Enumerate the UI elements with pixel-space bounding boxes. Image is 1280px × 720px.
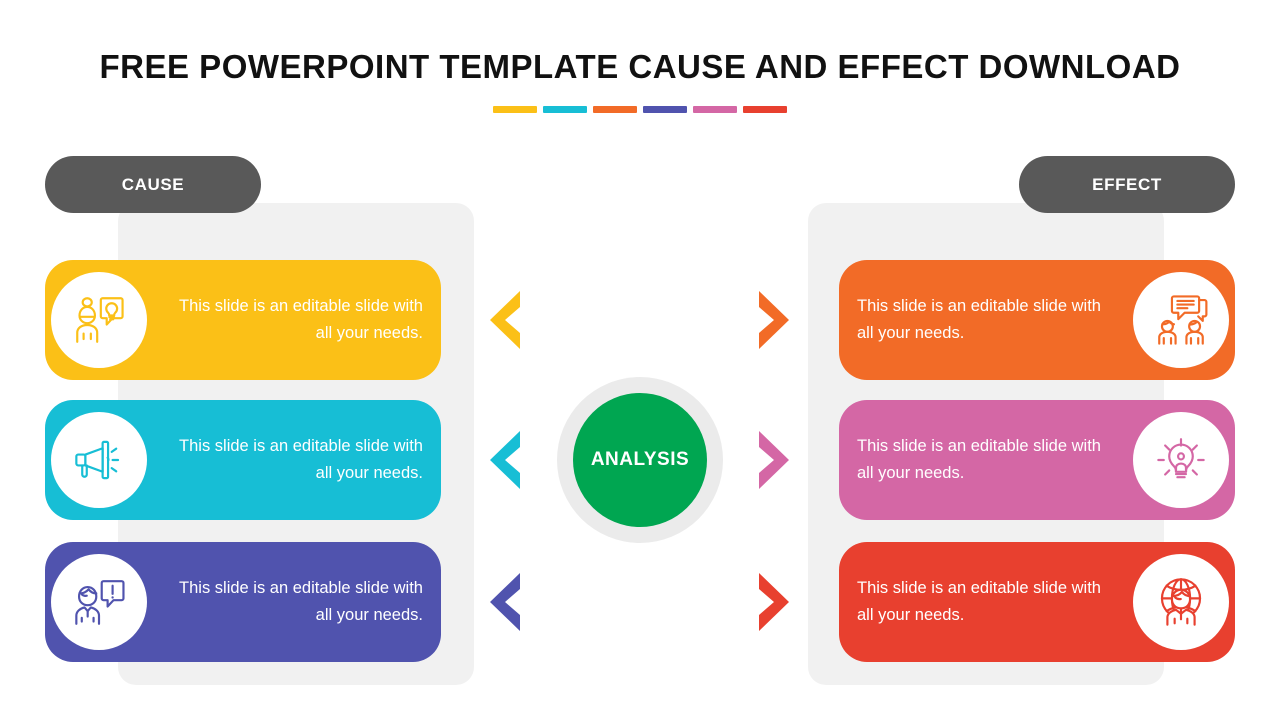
effect-card-1[interactable]: This slide is an editable slide with all… <box>839 260 1235 380</box>
people-chat-icon <box>1133 272 1229 368</box>
lightbulb-person-glyph <box>1157 438 1205 479</box>
analysis-ring: ANALYSIS <box>557 377 723 543</box>
cause-card-3-text: This slide is an editable slide with all… <box>179 579 423 624</box>
man-alert-bubble-glyph <box>75 580 125 625</box>
effect-header-pill[interactable]: EFFECT <box>1019 156 1235 213</box>
accent-bar-indigo <box>643 106 687 113</box>
effect-header-label: EFFECT <box>1092 174 1162 194</box>
accent-bar-red <box>743 106 787 113</box>
globe-person-icon <box>1133 554 1229 650</box>
effect-arrow-3 <box>757 573 791 631</box>
globe-person-glyph <box>1160 578 1202 626</box>
effect-card-1-text: This slide is an editable slide with all… <box>857 297 1101 342</box>
slide-canvas: FREE POWERPOINT TEMPLATE CAUSE AND EFFEC… <box>0 0 1280 720</box>
lightbulb-person-icon <box>1133 412 1229 508</box>
effect-card-3[interactable]: This slide is an editable slide with all… <box>839 542 1235 662</box>
megaphone-glyph <box>75 440 120 480</box>
effect-card-2-text: This slide is an editable slide with all… <box>857 437 1101 482</box>
effect-card-3-text: This slide is an editable slide with all… <box>857 579 1101 624</box>
cause-card-1-text: This slide is an editable slide with all… <box>179 297 423 342</box>
analysis-label: ANALYSIS <box>590 449 690 470</box>
man-alert-bubble-icon <box>51 554 147 650</box>
cause-arrow-1 <box>488 291 522 349</box>
chevron-left-icon <box>490 573 520 631</box>
megaphone-icon <box>51 412 147 508</box>
effect-card-2[interactable]: This slide is an editable slide with all… <box>839 400 1235 520</box>
cause-card-3[interactable]: This slide is an editable slide with all… <box>45 542 441 662</box>
accent-bar-pink <box>693 106 737 113</box>
people-chat-glyph <box>1158 295 1208 345</box>
page-title: FREE POWERPOINT TEMPLATE CAUSE AND EFFEC… <box>99 48 1181 85</box>
cause-card-2[interactable]: This slide is an editable slide with all… <box>45 400 441 520</box>
cause-arrow-2 <box>488 431 522 489</box>
chevron-left-icon <box>490 431 520 489</box>
woman-idea-bubble-icon <box>51 272 147 368</box>
cause-card-2-text: This slide is an editable slide with all… <box>179 437 423 482</box>
cause-arrow-3 <box>488 573 522 631</box>
accent-bar-yellow <box>493 106 537 113</box>
accent-bar-orange <box>593 106 637 113</box>
analysis-circle[interactable]: ANALYSIS <box>573 393 707 527</box>
chevron-right-icon <box>759 291 789 349</box>
effect-arrow-1 <box>757 291 791 349</box>
chevron-left-icon <box>490 291 520 349</box>
cause-header-label: CAUSE <box>121 174 185 194</box>
accent-bar-cyan <box>543 106 587 113</box>
chevron-right-icon <box>759 573 789 631</box>
chevron-right-icon <box>759 431 789 489</box>
effect-arrow-2 <box>757 431 791 489</box>
woman-idea-bubble-glyph <box>76 297 124 343</box>
cause-header-pill[interactable]: CAUSE <box>45 156 261 213</box>
cause-card-1[interactable]: This slide is an editable slide with all… <box>45 260 441 380</box>
accent-bar-group <box>493 106 787 113</box>
